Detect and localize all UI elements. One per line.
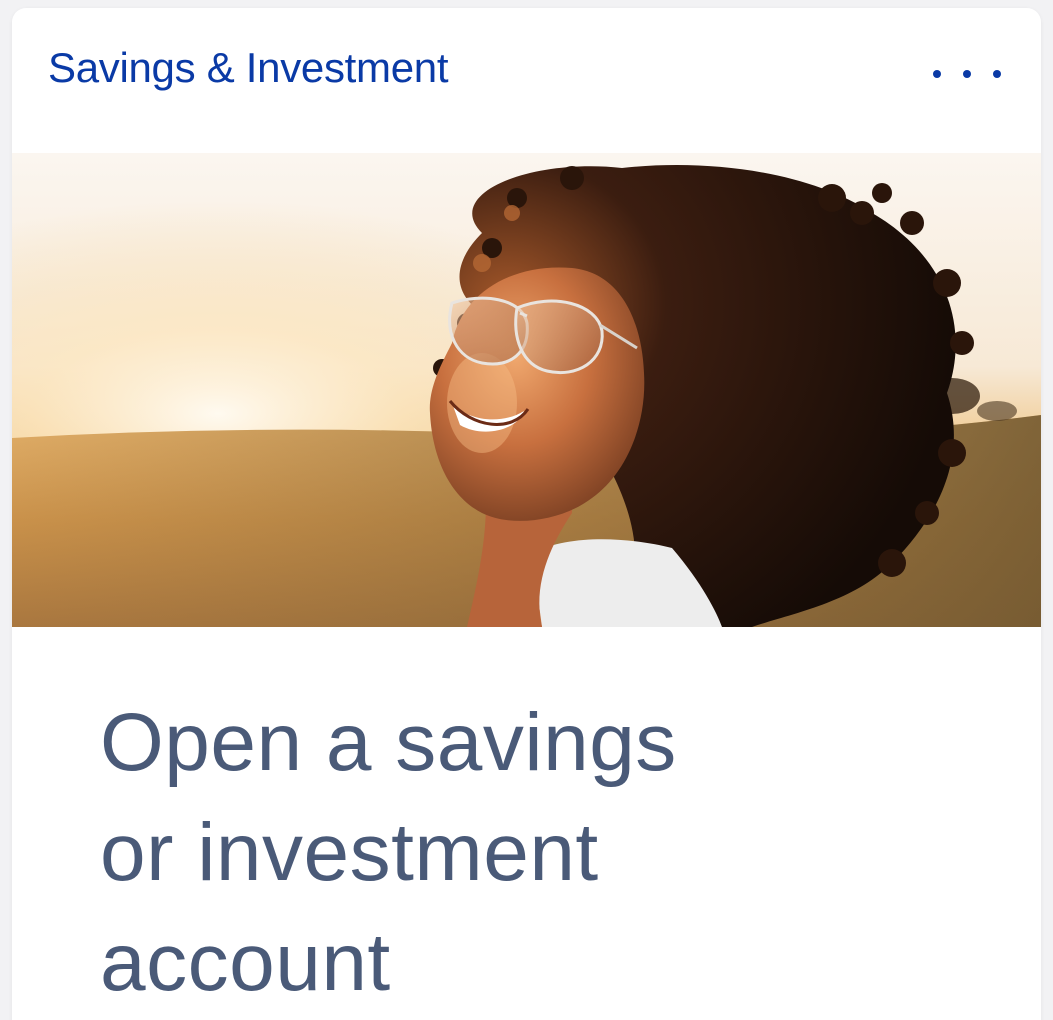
card-header: Savings & Investment (12, 8, 1041, 153)
ellipsis-dot (993, 70, 1001, 78)
promo-line: Open a savings (100, 697, 677, 788)
promo-heading[interactable]: Open a savings or investment account (100, 688, 940, 1018)
card-title[interactable]: Savings & Investment (48, 42, 449, 94)
ellipsis-dot (963, 70, 971, 78)
promo-line: or investment (100, 807, 599, 898)
promo-line: account (100, 917, 391, 1008)
savings-investment-card[interactable]: Savings & Investment Open a savings or i… (12, 8, 1041, 1020)
hero-image[interactable] (12, 153, 1041, 627)
ellipsis-dot (933, 70, 941, 78)
hero-photo-illustration (12, 153, 1041, 627)
more-options-button[interactable] (933, 52, 1001, 96)
